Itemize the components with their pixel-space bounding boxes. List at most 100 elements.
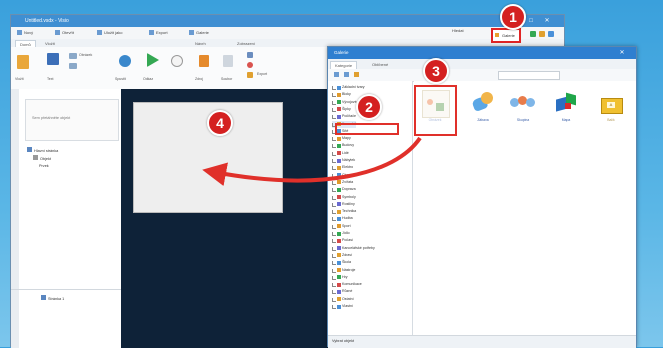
category-list-item[interactable]: Chemie	[332, 172, 354, 179]
category-list-item[interactable]: Symboly	[332, 194, 356, 201]
category-list-item[interactable]: Elektro	[332, 164, 353, 171]
status-yellow-icon[interactable]	[539, 31, 545, 37]
category-label: Zvířata	[342, 179, 354, 184]
category-list-item[interactable]: Různé	[332, 288, 352, 295]
status-green-icon[interactable]	[530, 31, 536, 37]
category-icon	[337, 165, 341, 170]
close-icon[interactable]: ✕	[541, 17, 553, 25]
category-list-item[interactable]: Počítače	[332, 113, 356, 120]
category-list-item[interactable]: Zdraví	[332, 252, 352, 259]
tab-view[interactable]: Zobrazení	[233, 40, 259, 47]
category-label: Počítače	[342, 114, 356, 119]
category-label: Doprava	[342, 187, 356, 192]
toolbar-item-gallery[interactable]: Galerie	[189, 29, 209, 37]
properties-hint: Sem přetáhněte objekt	[32, 116, 71, 120]
settings-icon[interactable]	[171, 55, 183, 67]
category-list-item[interactable]: Počasí	[332, 237, 353, 244]
category-list-item[interactable]: Budovy	[332, 142, 354, 149]
tile-fun[interactable]: Zábava	[468, 88, 498, 132]
tree-connector	[332, 100, 336, 105]
category-list-item[interactable]: Lidé	[332, 150, 349, 157]
category-icon	[337, 268, 341, 272]
tile-label-fun: Zábava	[477, 118, 489, 122]
document-icon[interactable]	[223, 55, 233, 67]
tree-connector	[332, 239, 336, 244]
tree-item-object[interactable]: Objekt	[33, 155, 51, 162]
folder-icon[interactable]	[17, 55, 29, 69]
gallery-search-input[interactable]	[498, 71, 560, 80]
category-label: Vlastní	[342, 304, 353, 308]
folder-icon[interactable]	[354, 72, 359, 77]
tab-categories[interactable]: Kategorie	[330, 61, 358, 69]
category-list-item[interactable]: Hudba	[332, 215, 353, 222]
ribbon-label-text: Text	[47, 77, 54, 81]
category-list-item[interactable]: Doprava	[332, 186, 356, 193]
toolbar-item-new[interactable]: Nový	[17, 29, 33, 37]
image-icon[interactable]	[119, 55, 131, 67]
category-list-item[interactable]: Sport	[332, 223, 351, 230]
save-icon[interactable]	[47, 53, 59, 65]
category-list-item[interactable]: Šipky	[332, 106, 351, 113]
category-list-item[interactable]: Technika	[332, 208, 356, 215]
category-list-item[interactable]: Vlastní	[332, 303, 353, 310]
forward-icon[interactable]	[344, 72, 349, 77]
person-icon[interactable]	[199, 55, 209, 67]
category-list-item[interactable]: Základní tvary	[332, 84, 365, 91]
tree-connector	[332, 93, 336, 98]
tree-item-main-page[interactable]: Hlavní stránka	[27, 147, 58, 154]
category-list-item[interactable]: Bloky	[332, 91, 351, 98]
category-icon	[337, 304, 341, 309]
category-list-item[interactable]: Hry	[332, 274, 348, 281]
category-icon	[337, 107, 341, 112]
category-list-item[interactable]: Zvířata	[332, 179, 353, 186]
play-icon[interactable]	[147, 53, 159, 67]
toolbar-item-open[interactable]: Otevřít	[55, 29, 74, 37]
tab-favorites[interactable]: Oblíbené	[368, 61, 392, 68]
gallery-button[interactable]: Galerie	[491, 28, 521, 43]
tile-map[interactable]: Mapa	[551, 88, 581, 132]
gallery-close-icon[interactable]: ✕	[616, 49, 628, 57]
toolbar-item-export[interactable]: Export	[149, 29, 168, 37]
text-icon[interactable]	[69, 53, 77, 59]
step-badge-1: 1	[500, 4, 526, 30]
back-icon[interactable]	[334, 72, 339, 77]
layout-icon[interactable]	[247, 52, 253, 58]
tile-package[interactable]: A Balík	[596, 88, 626, 132]
gallery-tabs: Kategorie Oblíbené	[328, 59, 636, 69]
tree-connector	[332, 268, 336, 273]
link-icon[interactable]	[69, 63, 77, 69]
category-list-item[interactable]: Komunikace	[332, 281, 362, 288]
tab-design[interactable]: Návrh	[191, 40, 210, 47]
category-list-item[interactable]: Kancelářské potřeby	[332, 245, 375, 252]
category-label: Hudba	[342, 216, 353, 221]
tile-highlight	[414, 85, 457, 136]
tree-item-element[interactable]: Prvek	[39, 163, 49, 170]
category-list-item[interactable]: Ostatní	[332, 296, 354, 303]
category-list-item[interactable]: Mapy	[332, 135, 351, 142]
category-label: Ostatní	[342, 296, 354, 301]
tree-connector	[332, 283, 336, 288]
category-list-item[interactable]: Jídlo	[332, 230, 350, 237]
category-list-item[interactable]: Škola	[332, 259, 351, 266]
tab-insert[interactable]: Vložit	[41, 40, 59, 47]
category-list-item[interactable]: Rostliny	[332, 201, 355, 208]
pane-divider	[11, 289, 121, 290]
export-icon[interactable]	[247, 72, 253, 78]
tree-item-page-1[interactable]: Stránka 1	[41, 295, 64, 302]
category-label: Mapy	[342, 136, 351, 141]
tree-connector	[332, 86, 336, 90]
maximize-icon[interactable]: □	[525, 17, 537, 25]
category-list-item[interactable]: Nábytek	[332, 157, 355, 164]
category-list-item[interactable]: Nástroje	[332, 267, 355, 274]
category-label: Elektro	[342, 165, 354, 170]
toolbar-item-save-as[interactable]: Uložit jako	[97, 29, 122, 37]
help-icon[interactable]	[548, 31, 554, 37]
category-label: Hry	[342, 274, 348, 279]
properties-box: Sem přetáhněte objekt	[25, 99, 119, 141]
category-icon	[337, 136, 341, 141]
tile-group[interactable]: Skupina	[508, 88, 538, 132]
stop-icon[interactable]	[247, 62, 253, 68]
category-label: Jídlo	[342, 231, 350, 235]
category-icon	[337, 224, 341, 229]
ribbon-label-file: Soubor	[221, 77, 233, 81]
